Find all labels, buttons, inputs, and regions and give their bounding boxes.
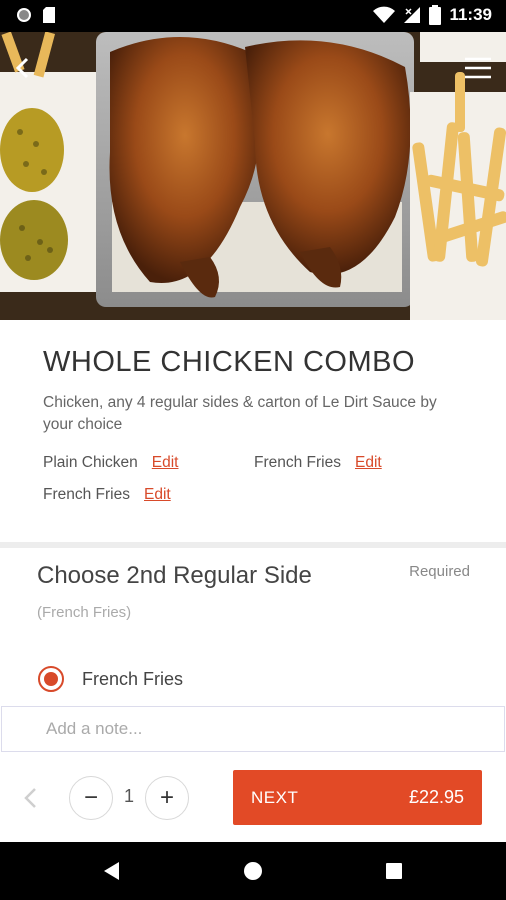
section-divider — [0, 542, 506, 548]
current-selection: (French Fries) — [37, 604, 132, 621]
next-label: NEXT — [251, 787, 299, 807]
previous-button[interactable] — [16, 784, 44, 812]
minus-icon: − — [83, 784, 98, 811]
sd-card-icon — [43, 7, 55, 23]
status-bar: 11:39 — [0, 0, 506, 32]
navigation-bar — [0, 842, 506, 900]
note-input[interactable] — [1, 706, 505, 752]
item-description: Chicken, any 4 regular sides & carton of… — [43, 394, 437, 433]
signal-icon — [404, 7, 421, 23]
nav-home-icon[interactable] — [244, 862, 262, 880]
price-label: £22.95 — [408, 787, 464, 807]
quantity-value: 1 — [123, 786, 134, 806]
selection-item: French Fries Edit — [43, 486, 171, 504]
next-button[interactable]: NEXT £22.95 — [233, 770, 482, 825]
radio-button[interactable] — [38, 666, 64, 692]
selection-name: Plain Chicken — [43, 454, 138, 471]
radio-selected-dot — [44, 672, 58, 686]
item-title: WHOLE CHICKEN COMBO — [43, 346, 416, 378]
wifi-icon — [373, 6, 396, 23]
selection-item: Plain Chicken Edit — [43, 454, 179, 472]
decrease-quantity-button[interactable]: − — [69, 776, 113, 820]
record-icon — [17, 8, 31, 22]
selection-name: French Fries — [43, 486, 130, 503]
required-label: Required — [409, 563, 470, 580]
status-time: 11:39 — [449, 5, 492, 24]
edit-link[interactable]: Edit — [355, 454, 382, 472]
chevron-left-icon — [15, 57, 29, 79]
edit-link[interactable]: Edit — [152, 454, 179, 472]
hamburger-menu-icon — [465, 57, 491, 79]
battery-icon — [429, 5, 442, 25]
bottom-bar: − 1 + NEXT £22.95 — [0, 752, 506, 842]
selection-item: French Fries Edit — [254, 454, 382, 472]
option-french-fries[interactable]: French Fries — [38, 666, 183, 692]
edit-link[interactable]: Edit — [144, 486, 171, 504]
increase-quantity-button[interactable]: + — [145, 776, 189, 820]
item-info: WHOLE CHICKEN COMBO Chicken, any 4 regul… — [0, 320, 506, 542]
hero-image — [0, 32, 506, 320]
nav-back-icon[interactable] — [103, 861, 121, 881]
choice-title: Choose 2nd Regular Side — [37, 562, 312, 589]
nav-recents-icon[interactable] — [386, 863, 402, 879]
menu-button[interactable] — [462, 54, 494, 82]
selection-name: French Fries — [254, 454, 341, 471]
chevron-left-icon — [24, 788, 36, 808]
option-label: French Fries — [82, 668, 184, 689]
plus-icon: + — [159, 784, 174, 811]
back-button[interactable] — [6, 52, 38, 84]
